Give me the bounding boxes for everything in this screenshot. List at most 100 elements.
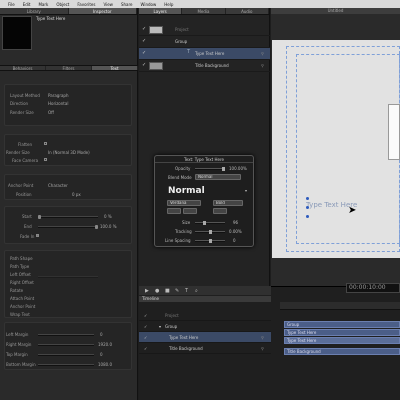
timeline-row-project[interactable]: ✓ Project xyxy=(139,310,271,321)
timeline-row-type-text[interactable]: ✓ Type Text Here ⚲ xyxy=(139,332,271,343)
lock-icon[interactable]: ⚲ xyxy=(261,335,264,340)
tab-behaviors[interactable]: Behaviors xyxy=(0,66,46,71)
hud-line-spacing-knob[interactable] xyxy=(209,239,212,243)
anchor-point-value[interactable]: Character xyxy=(48,183,68,188)
bottom-margin-value[interactable]: 1080.0 xyxy=(98,362,112,367)
fade-in-checkbox[interactable] xyxy=(36,234,39,237)
right-margin-value[interactable]: 1920.0 xyxy=(98,342,112,347)
title-background-shape[interactable] xyxy=(388,104,400,160)
end-slider-knob[interactable] xyxy=(95,225,98,229)
circle-icon[interactable]: ● xyxy=(155,288,159,294)
lock-icon[interactable]: ⚲ xyxy=(261,346,264,351)
layer-row-type-text[interactable]: ✓ T Type Text Here ⚲ xyxy=(139,48,270,60)
menu-window[interactable]: Window xyxy=(140,2,156,7)
tab-media[interactable]: Media xyxy=(182,8,226,14)
menu-view[interactable]: View xyxy=(103,2,113,7)
tab-audio[interactable]: Audio xyxy=(226,8,269,14)
lock-icon[interactable]: ⚲ xyxy=(261,51,264,56)
transform-handle[interactable] xyxy=(306,206,309,209)
timeline-bar[interactable]: Title Background xyxy=(284,348,400,355)
timeline-bar[interactable]: Type Text Here xyxy=(284,329,400,336)
text-tool-icon[interactable]: T xyxy=(185,288,188,294)
checkmark-icon[interactable]: ✓ xyxy=(142,62,146,68)
play-icon[interactable]: ▶ xyxy=(145,288,149,294)
flatten-checkbox[interactable] xyxy=(44,142,47,145)
disclosure-icon[interactable]: ▾ xyxy=(159,324,161,329)
menu-favorites[interactable]: Favorites xyxy=(77,2,95,7)
checkmark-icon[interactable]: ✓ xyxy=(142,50,146,56)
tab-inspector[interactable]: Inspector xyxy=(68,8,137,14)
position-value[interactable]: 0 px xyxy=(72,192,81,197)
top-margin-slider[interactable] xyxy=(38,354,94,356)
transform-handle[interactable] xyxy=(306,215,309,218)
face-camera-checkbox[interactable] xyxy=(44,158,47,161)
menu-mark[interactable]: Mark xyxy=(38,2,48,7)
checkmark-icon[interactable]: ✓ xyxy=(144,346,147,351)
render-mode-value[interactable]: In (Normal 3D Mode) xyxy=(48,150,90,155)
checkmark-icon[interactable]: ✓ xyxy=(144,335,147,340)
timeline-bar[interactable]: Type Text Here xyxy=(284,337,400,344)
menu-object[interactable]: Object xyxy=(56,2,69,7)
direction-value[interactable]: Horizontal xyxy=(48,101,68,106)
hud-opacity-slider[interactable] xyxy=(195,167,225,171)
timecode-display[interactable]: 00:00:10:00 xyxy=(346,283,400,293)
layer-row-group[interactable]: ✓ Group xyxy=(139,36,270,48)
hud-size-value[interactable]: 96 xyxy=(233,220,238,225)
left-margin-value[interactable]: 0 xyxy=(100,332,103,337)
hud-opacity-knob[interactable] xyxy=(222,167,225,171)
tab-library[interactable]: Library xyxy=(0,8,69,14)
right-margin-slider[interactable] xyxy=(38,344,94,346)
hud-line-spacing-value[interactable]: 0 xyxy=(233,238,236,243)
timeline-row-group[interactable]: ✓ ▾ Group xyxy=(139,321,271,332)
menu-file[interactable]: File xyxy=(8,2,15,7)
menu-share[interactable]: Share xyxy=(121,2,133,7)
hud-style-preview[interactable]: Normal xyxy=(168,186,205,196)
layer-row-project[interactable]: ✓ Project xyxy=(139,24,270,36)
lock-icon[interactable]: ⚲ xyxy=(261,63,264,68)
timeline-ruler[interactable] xyxy=(280,302,400,310)
start-slider-knob[interactable] xyxy=(38,215,41,219)
layout-method-value[interactable]: Paragraph xyxy=(48,93,69,98)
menu-help[interactable]: Help xyxy=(164,2,173,7)
hud-tracking-slider[interactable] xyxy=(195,230,225,234)
hud-font-family-popup[interactable]: Verdana xyxy=(167,200,201,206)
menu-edit[interactable]: Edit xyxy=(23,2,31,7)
checkmark-icon[interactable]: ✓ xyxy=(142,26,146,32)
align-center-button[interactable] xyxy=(183,208,197,214)
layer-row-title-background[interactable]: ✓ Title Background ⚲ xyxy=(139,60,270,72)
transform-handle[interactable] xyxy=(306,197,309,200)
tab-filters[interactable]: Filters xyxy=(46,66,92,71)
align-right-button[interactable] xyxy=(213,208,227,214)
hud-tracking-knob[interactable] xyxy=(209,230,212,234)
bottom-margin-slider[interactable] xyxy=(38,364,94,366)
timeline-row-title-background[interactable]: ✓ Title Background ⚲ xyxy=(139,343,271,354)
left-margin-slider[interactable] xyxy=(38,334,94,336)
render-size-value[interactable]: Off xyxy=(48,110,54,115)
hud-blend-popup[interactable]: Normal xyxy=(195,174,241,180)
end-slider[interactable] xyxy=(38,225,98,229)
top-margin-value[interactable]: 0 xyxy=(100,352,103,357)
start-slider[interactable] xyxy=(38,215,98,219)
end-value[interactable]: 100.0 % xyxy=(100,224,117,229)
hud-size-knob[interactable] xyxy=(203,221,206,225)
hud-opacity-value[interactable]: 100.00% xyxy=(229,166,247,171)
checkmark-icon[interactable]: ✓ xyxy=(144,324,147,329)
canvas[interactable] xyxy=(272,40,400,258)
square-icon[interactable]: ■ xyxy=(165,288,170,294)
start-value[interactable]: 0 % xyxy=(104,214,112,219)
tab-timeline[interactable]: Timeline xyxy=(139,296,271,302)
align-left-button[interactable] xyxy=(167,208,181,214)
style-chevron-icon[interactable]: ▾ xyxy=(245,188,247,193)
path-row-label: Anchor Point xyxy=(10,304,36,309)
pen-icon[interactable]: ✎ xyxy=(175,288,179,294)
hud-tracking-value[interactable]: 0.00% xyxy=(229,229,242,234)
hud-line-spacing-slider[interactable] xyxy=(195,239,225,243)
timeline-bar[interactable]: Group xyxy=(284,321,400,328)
checkmark-icon[interactable]: ✓ xyxy=(142,38,146,44)
checkmark-icon[interactable]: ✓ xyxy=(144,313,147,318)
hud-font-style-popup[interactable]: Bold xyxy=(213,200,243,206)
magnify-icon[interactable]: ⌕ xyxy=(195,288,198,294)
tab-layers[interactable]: Layers xyxy=(139,8,183,14)
hud-size-slider[interactable] xyxy=(195,221,225,225)
tab-text[interactable]: Text xyxy=(92,66,138,71)
